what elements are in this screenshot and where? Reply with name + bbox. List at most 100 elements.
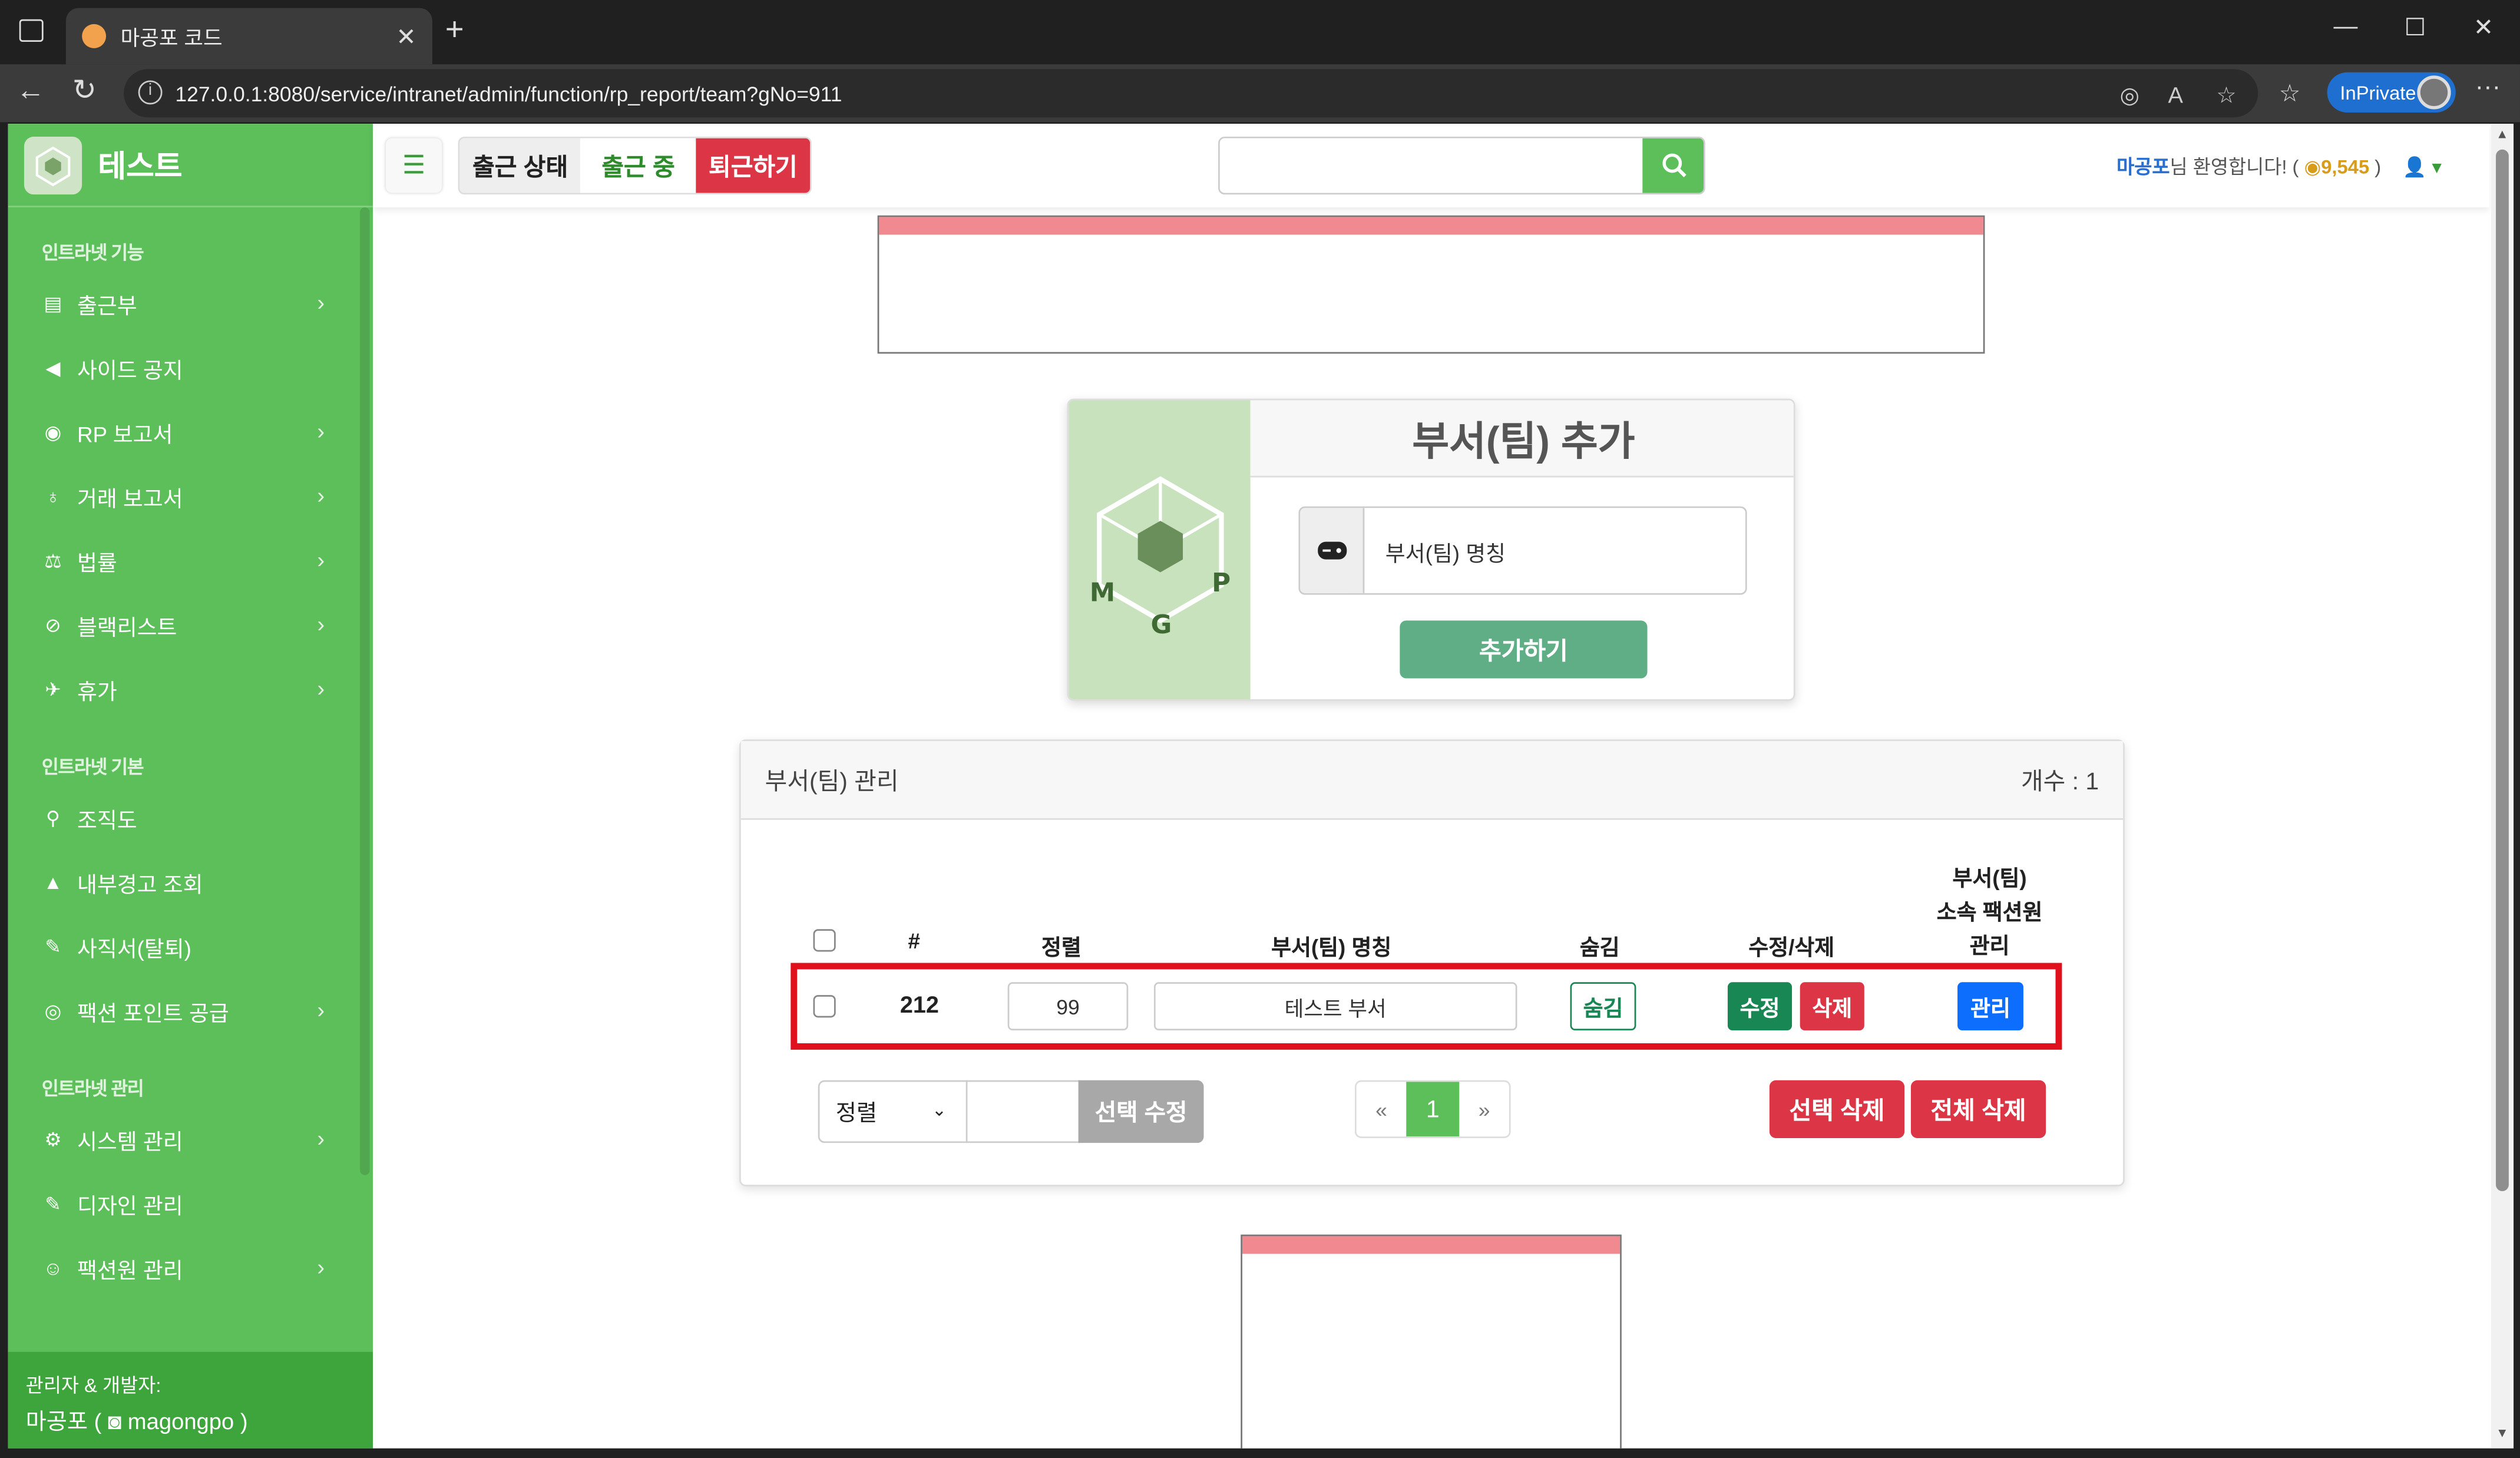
sidebar-footer: 관리자 & 개발자: 마공포 ( ◙ magongpo ) xyxy=(8,1351,373,1449)
chevron-right-icon: › xyxy=(317,1254,325,1280)
edit-button[interactable]: 수정 xyxy=(1727,982,1793,1031)
tracking-icon[interactable]: ◎ xyxy=(2120,82,2139,109)
leave-work-button[interactable]: 퇴근하기 xyxy=(696,138,811,193)
sidebar-item-label: 디자인 관리 xyxy=(77,1194,183,1219)
browser-tab[interactable]: 마공포 코드 ✕ xyxy=(65,8,432,65)
menu-toggle-icon[interactable]: ☰ xyxy=(385,138,442,193)
pager-page-current[interactable]: 1 xyxy=(1406,1082,1460,1137)
sidebar-toggle-icon[interactable] xyxy=(19,19,44,42)
sidebar-brand[interactable]: 테스트 xyxy=(8,124,373,208)
sidebar-scrollbar[interactable] xyxy=(360,207,370,1175)
sidebar-item-attendance[interactable]: ▤ 출근부 › xyxy=(8,272,373,336)
sidebar-item-faction-points[interactable]: ◎ 팩션 포인트 공급 › xyxy=(8,979,373,1043)
team-name-input[interactable]: 테스트 부서 xyxy=(1153,982,1517,1031)
page-scrollbar[interactable]: ▲ ▼ xyxy=(2491,124,2514,1449)
chevron-right-icon: › xyxy=(317,482,325,508)
sidebar-item-design-admin[interactable]: ✎ 디자인 관리 xyxy=(8,1172,373,1236)
sitemap-icon: ⚲ xyxy=(46,806,61,830)
attendance-current: 출근 중 xyxy=(580,138,696,193)
team-name-field[interactable]: 부서(팀) 명칭 xyxy=(1298,506,1747,595)
browser-tab-bar: 마공포 코드 ✕ + — ☐ ✕ xyxy=(0,0,2520,65)
sidebar-item-label: 팩션 포인트 공급 xyxy=(77,1001,229,1026)
delete-all-button[interactable]: 전체 삭제 xyxy=(1910,1080,2046,1138)
bulk-sort-input[interactable] xyxy=(965,1080,1080,1143)
discord-icon: ◙ xyxy=(108,1408,122,1434)
add-team-button[interactable]: 추가하기 xyxy=(1400,620,1648,679)
card-header: 부서(팀) 관리 개수 : 1 xyxy=(740,740,2124,820)
chevron-down-icon: ⌄ xyxy=(931,1101,947,1120)
read-aloud-icon[interactable]: A xyxy=(2168,82,2182,108)
sidebar-item-member-admin[interactable]: ☺ 팩션원 관리 › xyxy=(8,1236,373,1300)
sidebar-item-label: 사이드 공지 xyxy=(77,358,183,383)
sidebar-item-law[interactable]: ⚖ 법률 › xyxy=(8,529,373,593)
web-page: 테스트 인트라넷 기능 ▤ 출근부 › ◀ 사이드 공지 ◉ RP 보고서 › ♁ 거래 보… xyxy=(8,124,2514,1449)
col-team-name: 부서(팀) 명칭 xyxy=(1271,935,1392,960)
user-menu-icon[interactable]: 👤 ▾ xyxy=(2403,156,2442,178)
close-tab-icon[interactable]: ✕ xyxy=(396,22,416,51)
back-icon[interactable]: ← xyxy=(16,74,45,108)
site-info-icon[interactable]: i xyxy=(138,80,163,105)
cube-logo-icon: M G P xyxy=(1089,476,1230,640)
edit-selected-button[interactable]: 선택 수정 xyxy=(1078,1080,1204,1143)
scrollbar-thumb[interactable] xyxy=(2496,149,2509,1192)
sidebar-item-label: 사직서(탈퇴) xyxy=(77,937,191,961)
sidebar-item-org-chart[interactable]: ⚲ 조직도 xyxy=(8,786,373,850)
close-window-icon[interactable]: ✕ xyxy=(2473,13,2493,42)
reload-icon[interactable]: ↻ xyxy=(72,74,97,108)
sidebar-item-system-admin[interactable]: ⚙ 시스템 관리 › xyxy=(8,1107,373,1172)
sidebar-item-label: 조직도 xyxy=(77,808,137,833)
top-banner xyxy=(877,215,1985,354)
team-name-label: 부서(팀) 명칭 xyxy=(1385,541,1506,566)
search-button[interactable] xyxy=(1642,138,1704,193)
more-menu-icon[interactable]: ··· xyxy=(2475,74,2501,103)
url-field[interactable]: i 127.0.0.1:8080/service/intranet/admin/… xyxy=(124,69,2258,118)
delete-button[interactable]: 삭제 xyxy=(1800,982,1864,1031)
col-edit-delete: 수정/삭제 xyxy=(1748,935,1835,960)
search-icon xyxy=(1662,153,1686,177)
coins-icon: ◎ xyxy=(44,1000,62,1023)
section-title: 인트라넷 기능 xyxy=(41,244,144,264)
chevron-right-icon: › xyxy=(317,996,325,1023)
minimize-icon[interactable]: — xyxy=(2333,13,2357,40)
delete-selected-button[interactable]: 선택 삭제 xyxy=(1769,1080,1905,1138)
sort-input[interactable]: 99 xyxy=(1007,982,1129,1031)
sidebar-item-label: 법률 xyxy=(77,551,117,576)
sidebar-item-trade-report[interactable]: ♁ 거래 보고서 › xyxy=(8,465,373,529)
brand-title: 테스트 xyxy=(98,151,183,185)
sidebar-item-resignation[interactable]: ✎ 사직서(탈퇴) xyxy=(8,915,373,979)
manage-members-button[interactable]: 관리 xyxy=(1957,982,2023,1031)
chevron-right-icon: › xyxy=(317,610,325,637)
sidebar-item-rp-report[interactable]: ◉ RP 보고서 › xyxy=(8,400,373,464)
hide-toggle-button[interactable]: 숨김 xyxy=(1570,982,1636,1031)
col-member-line3: 관리 xyxy=(1969,934,2010,958)
team-logo-image: M G P xyxy=(1069,400,1251,700)
pager-prev[interactable]: « xyxy=(1357,1082,1407,1136)
profile-avatar xyxy=(2417,75,2451,110)
favorite-star-icon[interactable]: ☆ xyxy=(2216,82,2236,109)
maximize-icon[interactable]: ☐ xyxy=(2405,13,2426,42)
select-all-checkbox[interactable] xyxy=(813,929,836,952)
sort-select[interactable]: 정렬 ⌄ xyxy=(818,1080,968,1143)
sidebar-item-side-notice[interactable]: ◀ 사이드 공지 xyxy=(8,336,373,400)
scroll-up-icon[interactable]: ▲ xyxy=(2496,127,2509,142)
coins-icon: ◉ xyxy=(2304,156,2321,178)
favorites-icon[interactable]: ☆ xyxy=(2279,79,2301,107)
user-greeting[interactable]: 마공포님 환영합니다! ( ◉9,545 ) 👤 ▾ xyxy=(2116,153,2442,180)
scroll-down-icon[interactable]: ▼ xyxy=(2496,1426,2509,1440)
inprivate-badge[interactable]: InPrivate xyxy=(2327,72,2456,113)
chevron-right-icon: › xyxy=(317,1125,325,1151)
url-text: 127.0.0.1:8080/service/intranet/admin/fu… xyxy=(175,81,842,105)
sidebar-item-blacklist[interactable]: ⊘ 블랙리스트 › xyxy=(8,593,373,657)
sidebar-item-internal-warning[interactable]: ▲ 내부경고 조회 xyxy=(8,851,373,915)
pager-next[interactable]: » xyxy=(1459,1082,1509,1136)
row-checkbox[interactable] xyxy=(813,995,836,1018)
gamepad-icon: ◉ xyxy=(44,421,62,444)
pagination: « 1 » xyxy=(1354,1080,1511,1138)
greeting-close: ) xyxy=(2375,156,2382,178)
sidebar-item-label: 블랙리스트 xyxy=(77,616,177,640)
sidebar-item-label: 휴가 xyxy=(77,680,117,705)
sidebar-item-vacation[interactable]: ✈ 휴가 › xyxy=(8,657,373,722)
search-input[interactable] xyxy=(1219,138,1643,193)
chevron-right-icon: › xyxy=(317,546,325,573)
new-tab-icon[interactable]: + xyxy=(445,13,464,50)
